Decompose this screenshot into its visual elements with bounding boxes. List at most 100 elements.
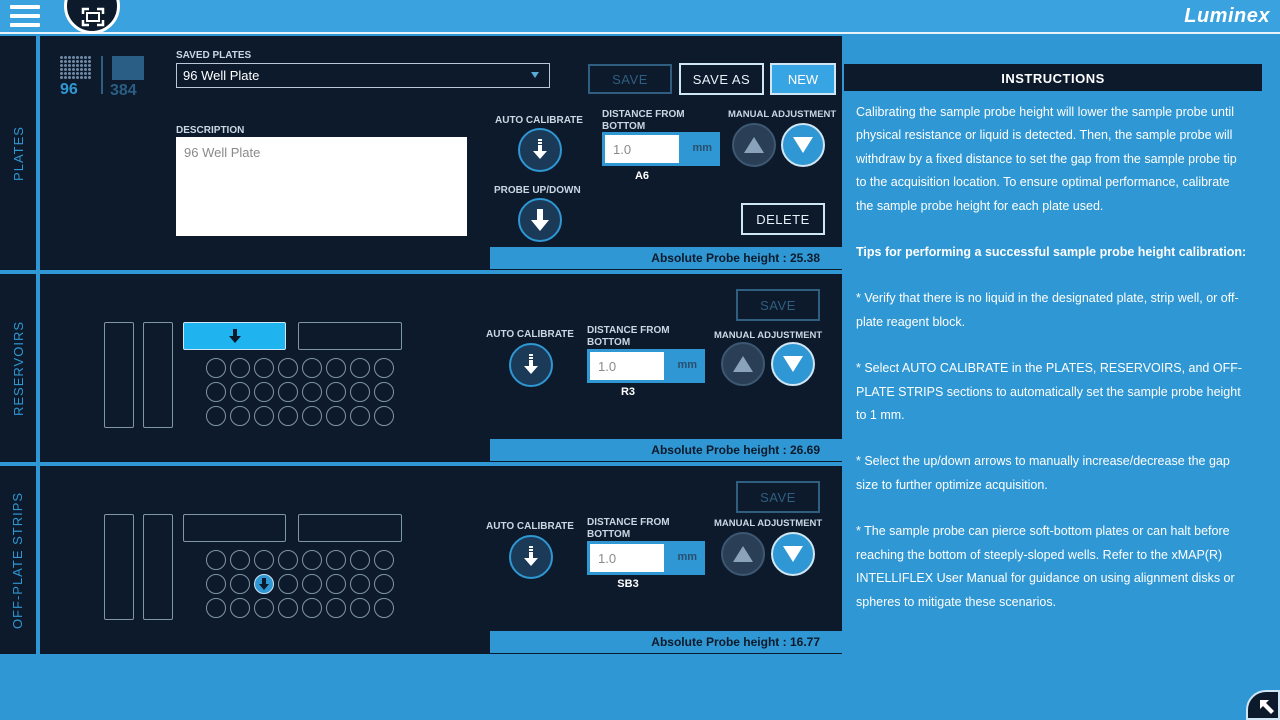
instructions-tip-4: * The sample probe can pierce soft-botto… xyxy=(856,524,1235,609)
well[interactable] xyxy=(374,382,394,402)
plates-adjust-up-button[interactable] xyxy=(732,123,776,167)
well[interactable] xyxy=(254,550,274,570)
triangle-up-icon xyxy=(733,546,753,562)
well[interactable] xyxy=(206,406,226,426)
plates-adjust-down-button[interactable] xyxy=(781,123,825,167)
well[interactable] xyxy=(230,574,250,594)
reservoir-slot-4[interactable] xyxy=(298,322,402,350)
plates-auto-calibrate-button[interactable] xyxy=(518,128,562,172)
delete-button[interactable]: DELETE xyxy=(741,203,825,235)
reservoirs-unit: mm xyxy=(677,359,697,371)
well[interactable] xyxy=(326,382,346,402)
well[interactable] xyxy=(374,406,394,426)
description-textarea[interactable]: 96 Well Plate xyxy=(176,137,467,236)
strips-auto-calibrate-button[interactable] xyxy=(509,535,553,579)
strips-distance-input[interactable] xyxy=(590,544,664,572)
plate-96-thumb[interactable]: 96 xyxy=(60,56,91,99)
well[interactable] xyxy=(254,406,274,426)
well[interactable] xyxy=(206,598,226,618)
reservoirs-well-label: R3 xyxy=(620,386,636,398)
strip-slot-2[interactable] xyxy=(143,514,173,620)
well[interactable] xyxy=(326,574,346,594)
instructions-title: INSTRUCTIONS xyxy=(844,64,1262,91)
well[interactable] xyxy=(278,550,298,570)
well[interactable] xyxy=(206,358,226,378)
hamburger-menu-icon[interactable] xyxy=(10,5,40,29)
well[interactable] xyxy=(206,550,226,570)
thumb-divider xyxy=(101,56,103,94)
well[interactable] xyxy=(278,598,298,618)
strips-save-button[interactable]: SAVE xyxy=(736,481,820,513)
reservoir-slot-3[interactable] xyxy=(183,322,286,350)
fullscreen-button[interactable] xyxy=(64,0,120,34)
well[interactable] xyxy=(230,550,250,570)
well[interactable] xyxy=(374,358,394,378)
well[interactable] xyxy=(230,358,250,378)
reservoirs-abs-height: Absolute Probe height : 26.69 xyxy=(490,439,842,461)
well[interactable] xyxy=(254,358,274,378)
tab-strips-label: OFF-PLATE STRIPS xyxy=(10,491,26,629)
strips-adjust-up-button[interactable] xyxy=(721,532,765,576)
well[interactable] xyxy=(350,358,370,378)
arrow-down-icon xyxy=(531,209,549,231)
well[interactable] xyxy=(278,382,298,402)
triangle-up-icon xyxy=(733,356,753,372)
reservoirs-adjust-down-button[interactable] xyxy=(771,342,815,386)
well[interactable] xyxy=(278,358,298,378)
well[interactable] xyxy=(302,550,322,570)
save-as-button[interactable]: SAVE AS xyxy=(679,63,764,95)
tab-off-plate-strips[interactable]: OFF-PLATE STRIPS xyxy=(0,466,36,654)
instructions-body: Calibrating the sample probe height will… xyxy=(844,91,1262,624)
plates-abs-height: Absolute Probe height : 25.38 xyxy=(490,247,842,269)
tab-plates[interactable]: PLATES xyxy=(0,36,36,270)
strip-slot-1[interactable] xyxy=(104,514,134,620)
well[interactable] xyxy=(350,598,370,618)
back-corner-button[interactable] xyxy=(1246,690,1280,720)
well[interactable] xyxy=(350,550,370,570)
reservoirs-adjust-up-button[interactable] xyxy=(721,342,765,386)
well[interactable] xyxy=(302,574,322,594)
well[interactable] xyxy=(326,358,346,378)
well[interactable] xyxy=(302,382,322,402)
plate-384-thumb[interactable]: 384 xyxy=(110,56,144,100)
reservoir-slot-2[interactable] xyxy=(143,322,173,428)
new-button[interactable]: NEW xyxy=(770,63,836,95)
well[interactable] xyxy=(350,382,370,402)
well[interactable] xyxy=(230,598,250,618)
well[interactable] xyxy=(326,406,346,426)
well[interactable] xyxy=(326,598,346,618)
triangle-down-icon xyxy=(793,137,813,153)
strip-slot-3[interactable] xyxy=(183,514,286,542)
well[interactable] xyxy=(302,358,322,378)
well[interactable] xyxy=(206,382,226,402)
well[interactable] xyxy=(278,406,298,426)
well[interactable] xyxy=(302,406,322,426)
well[interactable] xyxy=(350,574,370,594)
plates-distance-input[interactable] xyxy=(605,135,679,163)
saved-plates-value: 96 Well Plate xyxy=(183,68,260,83)
probe-updown-button[interactable] xyxy=(518,198,562,242)
well[interactable] xyxy=(374,550,394,570)
well[interactable] xyxy=(254,598,274,618)
plates-save-button[interactable]: SAVE xyxy=(588,64,672,94)
well[interactable] xyxy=(254,382,274,402)
well-selected[interactable] xyxy=(254,574,274,594)
well[interactable] xyxy=(302,598,322,618)
well[interactable] xyxy=(230,406,250,426)
well[interactable] xyxy=(350,406,370,426)
well[interactable] xyxy=(374,574,394,594)
strips-adjust-down-button[interactable] xyxy=(771,532,815,576)
reservoirs-save-button[interactable]: SAVE xyxy=(736,289,820,321)
well[interactable] xyxy=(374,598,394,618)
tab-reservoirs[interactable]: RESERVOIRS xyxy=(0,274,36,462)
reservoir-slot-1[interactable] xyxy=(104,322,134,428)
strip-slot-4[interactable] xyxy=(298,514,402,542)
well[interactable] xyxy=(230,382,250,402)
saved-plates-select[interactable]: 96 Well Plate xyxy=(176,63,550,88)
reservoirs-distance-input[interactable] xyxy=(590,352,664,380)
reservoirs-auto-calibrate-button[interactable] xyxy=(509,343,553,387)
well[interactable] xyxy=(206,574,226,594)
strip-well-grid xyxy=(206,550,394,618)
well[interactable] xyxy=(326,550,346,570)
well[interactable] xyxy=(278,574,298,594)
